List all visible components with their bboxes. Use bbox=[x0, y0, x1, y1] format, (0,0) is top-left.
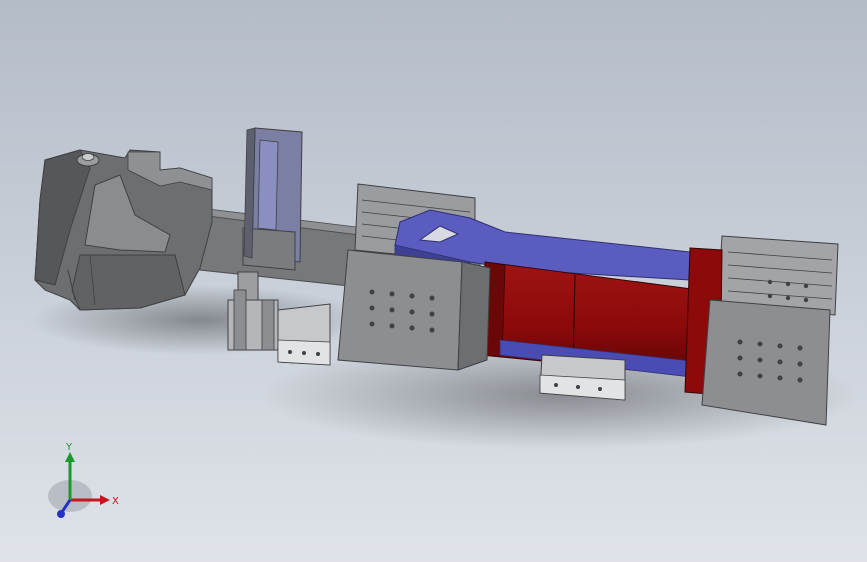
x-axis-label: X bbox=[112, 496, 119, 507]
pivot-bolt[interactable] bbox=[76, 153, 100, 167]
mounting-bracket-right[interactable] bbox=[539, 354, 626, 401]
right-perforated-block[interactable] bbox=[701, 299, 831, 426]
x-axis-arrow bbox=[100, 495, 110, 505]
middle-perforated-block[interactable] bbox=[337, 249, 491, 371]
z-axis-tip bbox=[57, 510, 65, 518]
cad-viewport[interactable]: X Y bbox=[0, 0, 867, 562]
y-axis-arrow bbox=[65, 452, 75, 462]
coordinate-triad[interactable]: X Y bbox=[40, 440, 130, 530]
lower-clamp-mechanism[interactable] bbox=[227, 271, 279, 351]
assembly-model[interactable] bbox=[0, 0, 867, 562]
left-gripper-body[interactable] bbox=[34, 149, 213, 311]
mounting-bracket-left[interactable] bbox=[277, 303, 331, 366]
y-axis-label: Y bbox=[65, 442, 73, 453]
vertical-slide-block[interactable] bbox=[242, 127, 303, 271]
